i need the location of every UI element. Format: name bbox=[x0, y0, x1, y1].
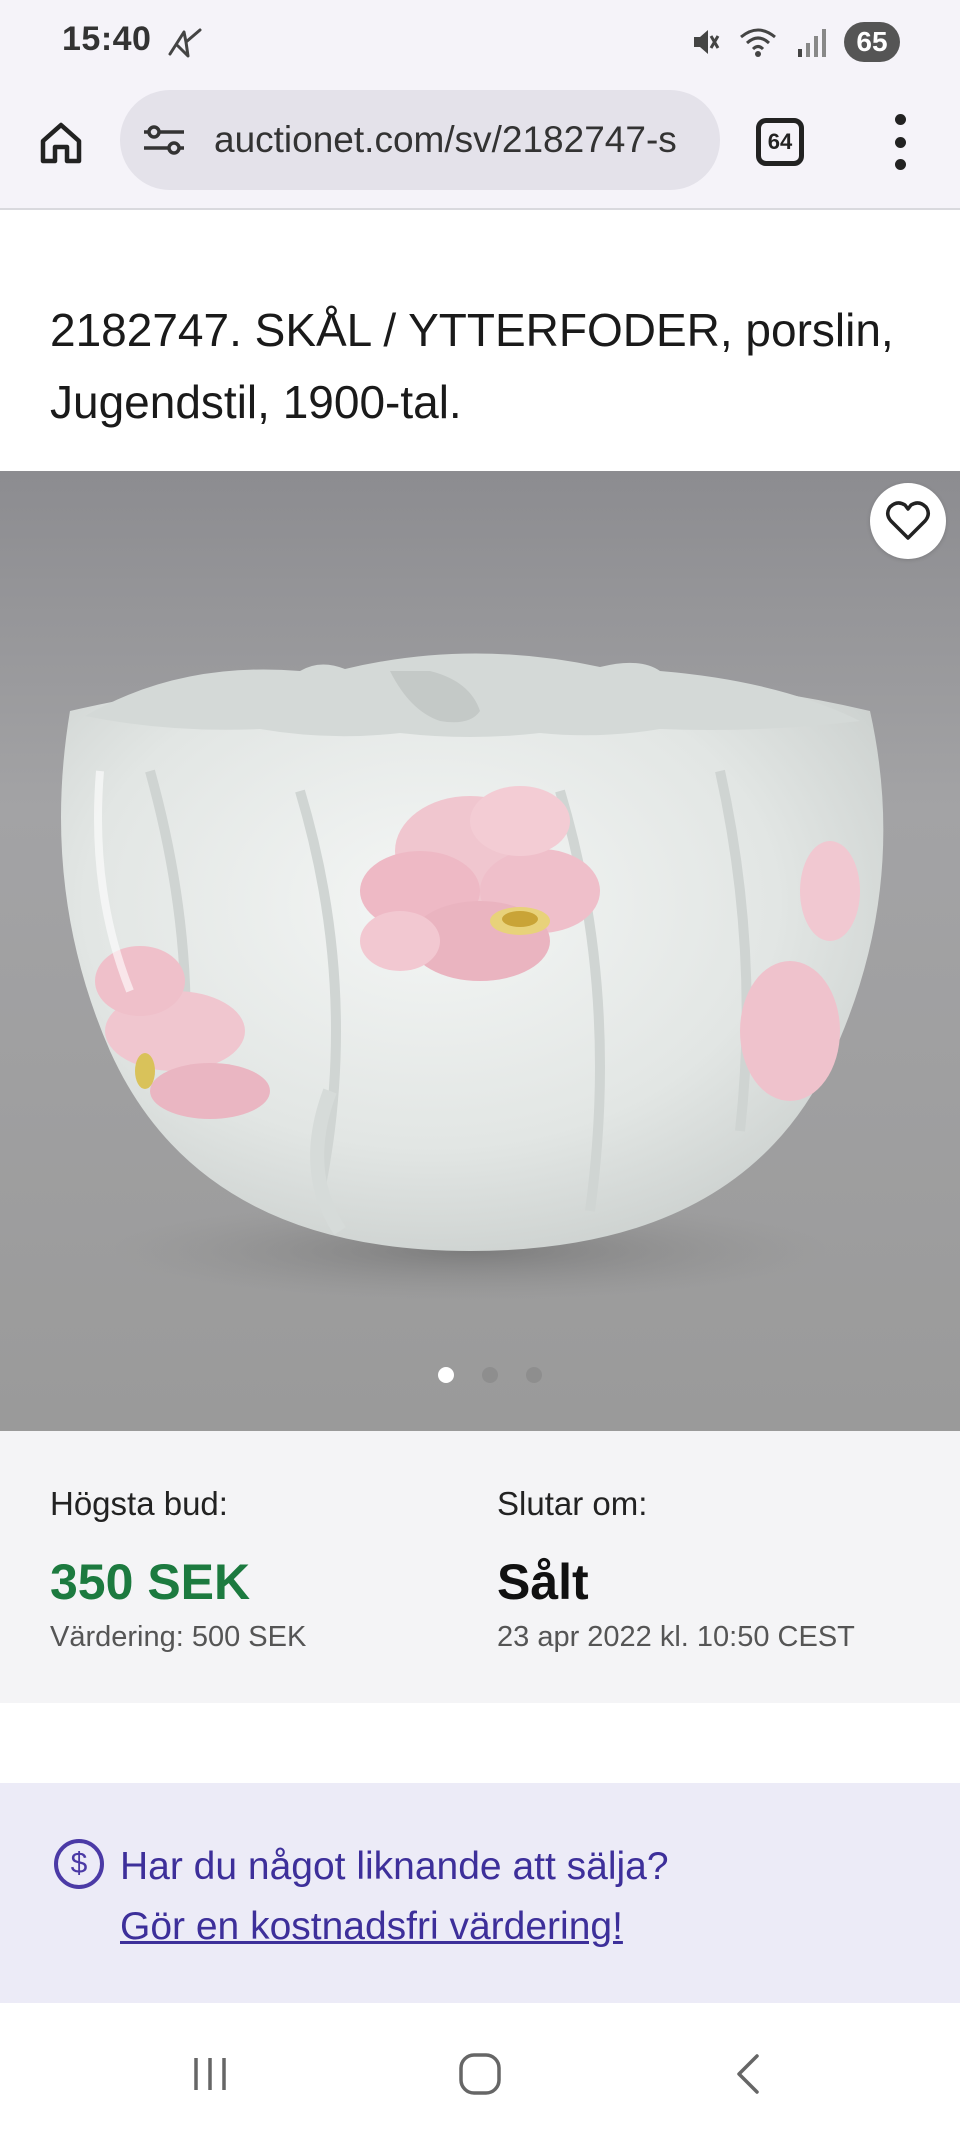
tabs-icon[interactable]: 64 bbox=[756, 118, 804, 166]
highest-bid-value: 350 SEK bbox=[50, 1554, 251, 1610]
end-date-text: 23 apr 2022 kl. 10:50 CEST bbox=[497, 1621, 855, 1653]
sell-text: Har du något liknande att sälja? Gör en … bbox=[120, 1837, 669, 1957]
carousel-dot[interactable] bbox=[438, 1367, 454, 1383]
highest-bid-label: Högsta bud: bbox=[50, 1485, 228, 1522]
carousel-dot[interactable] bbox=[482, 1367, 498, 1383]
lot-image-carousel[interactable] bbox=[0, 471, 960, 1431]
ends-status: Sålt bbox=[497, 1554, 589, 1610]
tune-icon[interactable] bbox=[140, 120, 188, 160]
menu-dot bbox=[894, 136, 906, 148]
bid-panel: Högsta bud: 350 SEK Värdering: 500 SEK S… bbox=[0, 1431, 960, 1703]
wifi-icon bbox=[740, 28, 776, 57]
back-button[interactable] bbox=[708, 2049, 788, 2099]
address-bar[interactable]: auctionet.com/sv/2182747-s bbox=[120, 90, 720, 190]
home-button[interactable] bbox=[30, 112, 92, 174]
favorite-button[interactable] bbox=[870, 483, 946, 559]
menu-dot bbox=[894, 114, 906, 125]
sell-banner: $ Har du något liknande att sälja? Gör e… bbox=[0, 1783, 960, 2003]
recents-icon bbox=[194, 2058, 226, 2090]
back-icon bbox=[737, 2054, 759, 2094]
highest-bid-section: Högsta bud: 350 SEK Värdering: 500 SEK bbox=[50, 1485, 306, 1654]
signal-icon bbox=[798, 29, 826, 57]
notification-icon bbox=[168, 28, 202, 58]
status-bar: 15:40 65 bbox=[0, 0, 960, 86]
lot-title: 2182747. SKÅL / YTTERFODER, porslin, Jug… bbox=[50, 304, 894, 428]
recents-button[interactable] bbox=[170, 2049, 250, 2099]
home-nav-icon bbox=[459, 2053, 501, 2095]
battery-indicator: 65 bbox=[844, 22, 900, 62]
browser-toolbar: auctionet.com/sv/2182747-s 64 bbox=[0, 86, 960, 210]
sell-question: Har du något liknande att sälja? bbox=[120, 1845, 669, 1888]
home-nav-button[interactable] bbox=[440, 2049, 520, 2099]
url-text[interactable]: auctionet.com/sv/2182747-s bbox=[214, 119, 677, 161]
estimate-text: Värdering: 500 SEK bbox=[50, 1621, 307, 1653]
mute-icon bbox=[694, 30, 720, 54]
ends-label: Slutar om: bbox=[497, 1485, 648, 1522]
heart-icon bbox=[886, 501, 930, 540]
ends-section: Slutar om: Sålt 23 apr 2022 kl. 10:50 CE… bbox=[497, 1485, 855, 1654]
home-icon bbox=[40, 122, 82, 164]
system-nav-bar bbox=[0, 2003, 960, 2133]
dollar-circle-icon: $ bbox=[54, 1839, 104, 1889]
menu-dot bbox=[894, 159, 906, 170]
more-menu-icon[interactable] bbox=[880, 110, 920, 174]
status-icons: 65 bbox=[690, 20, 900, 64]
free-valuation-link[interactable]: Gör en kostnadsfri värdering! bbox=[120, 1905, 623, 1948]
carousel-dots bbox=[0, 1367, 960, 1383]
status-time: 15:40 bbox=[62, 20, 152, 58]
lot-photo[interactable] bbox=[0, 471, 960, 1431]
carousel-dot[interactable] bbox=[526, 1367, 542, 1383]
